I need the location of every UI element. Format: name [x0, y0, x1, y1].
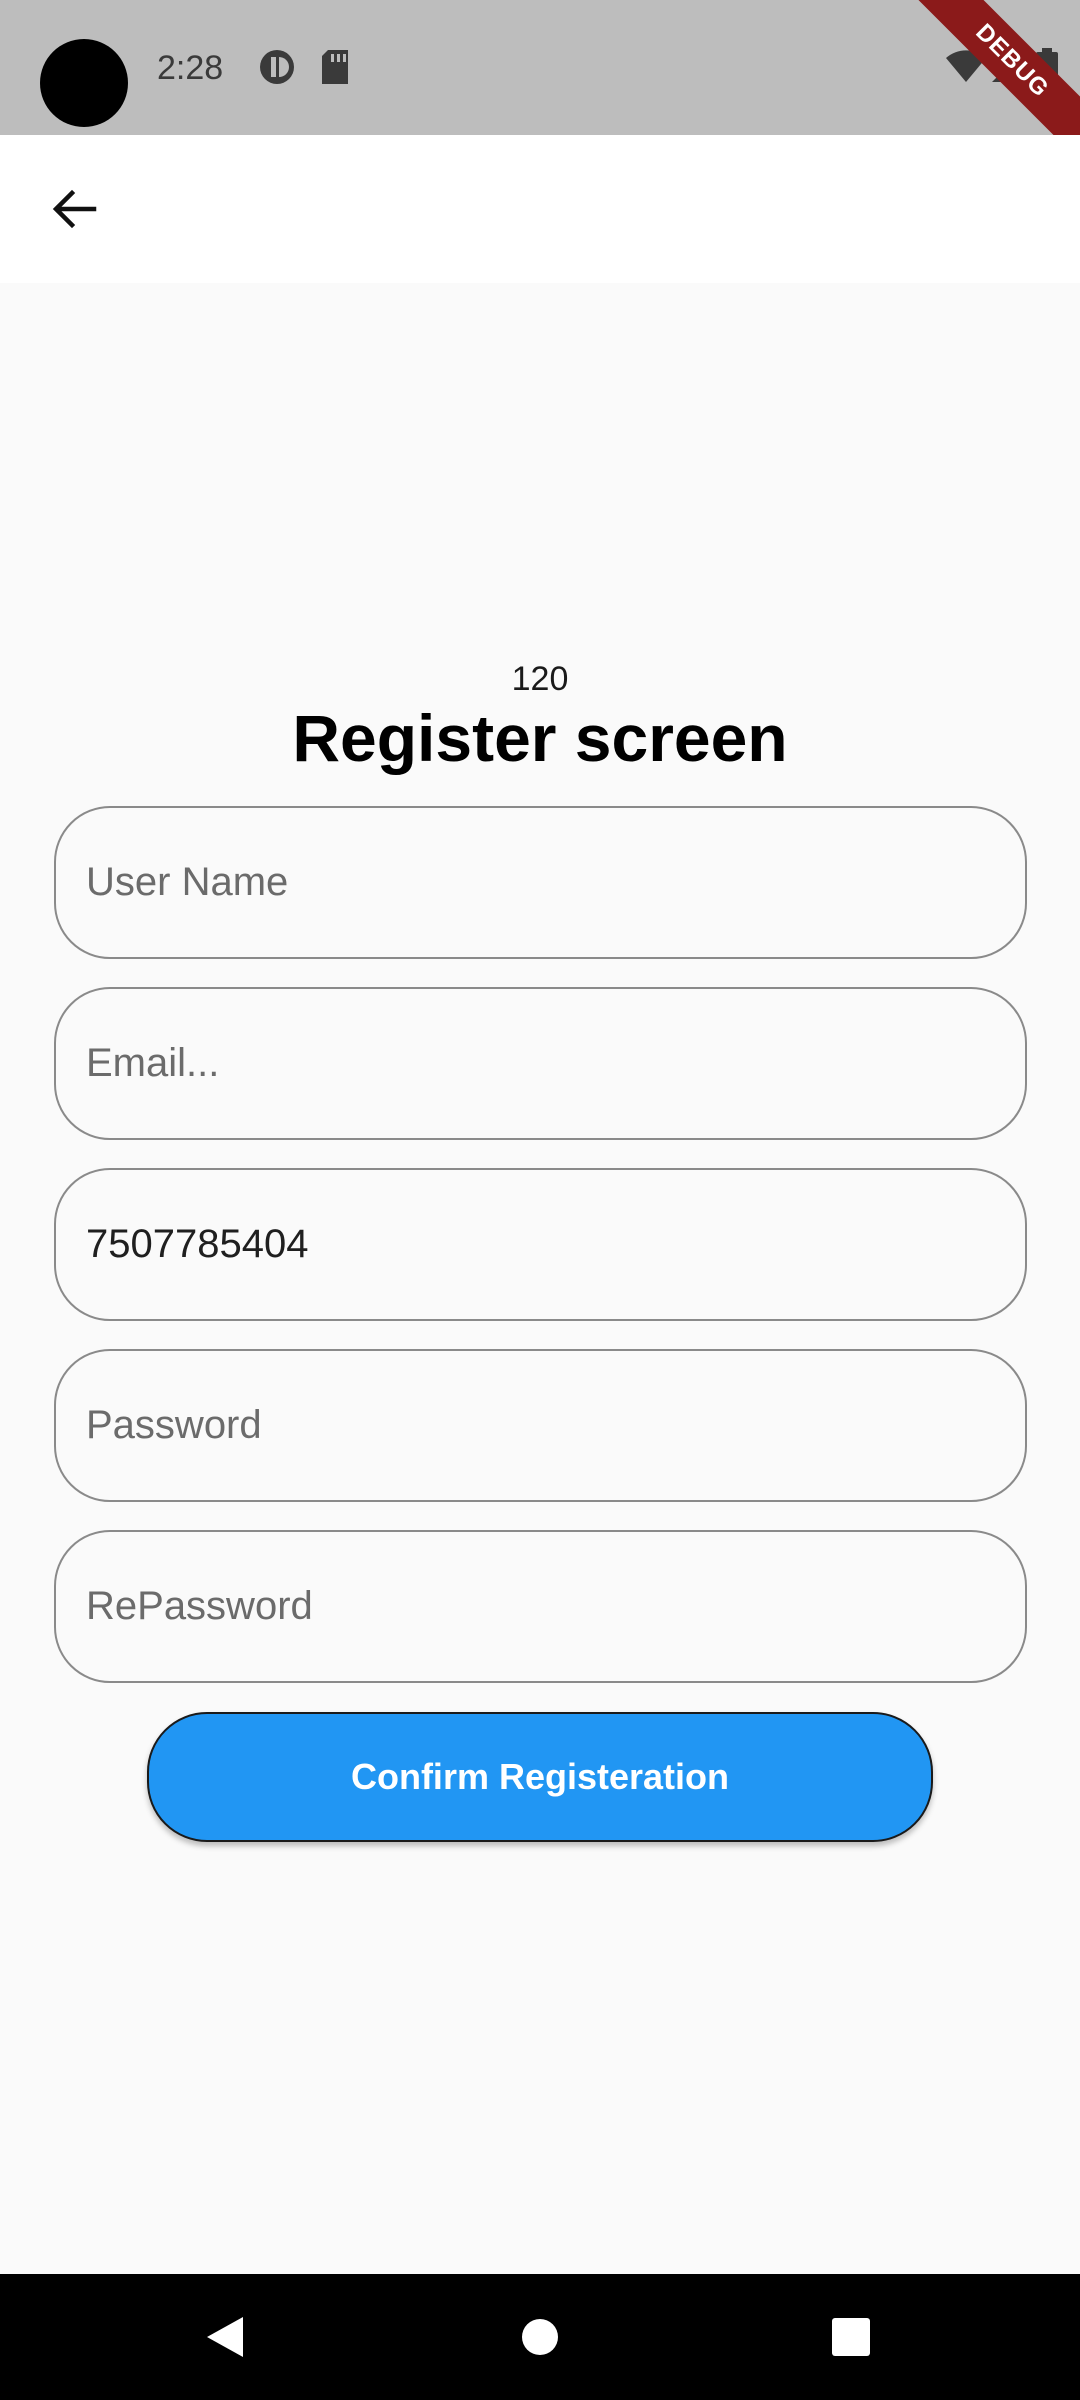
- app-bar: [0, 135, 1080, 283]
- arrow-back-icon: [52, 189, 97, 229]
- username-field[interactable]: [54, 806, 1027, 959]
- password-field[interactable]: [54, 1349, 1027, 1502]
- repassword-field[interactable]: [54, 1530, 1027, 1683]
- home-circle-icon: [522, 2319, 558, 2355]
- status-time: 2:28: [157, 49, 224, 87]
- data-saver-icon: [260, 50, 294, 84]
- email-field[interactable]: [54, 987, 1027, 1140]
- counter-text: 120: [511, 660, 569, 698]
- confirm-registration-button[interactable]: Confirm Registeration: [147, 1712, 933, 1842]
- nav-home-button[interactable]: [477, 2274, 603, 2400]
- recents-square-icon: [832, 2318, 870, 2356]
- system-nav-bar: [0, 2274, 1080, 2400]
- phone-field[interactable]: [54, 1168, 1027, 1321]
- back-button[interactable]: [30, 165, 118, 253]
- sd-card-icon: [322, 50, 348, 84]
- status-bar: 2:28 DEBUG: [0, 0, 1080, 135]
- back-triangle-icon: [207, 2317, 243, 2357]
- nav-recents-button[interactable]: [788, 2274, 914, 2400]
- page-title: Register screen: [292, 701, 788, 775]
- nav-back-button[interactable]: [162, 2274, 288, 2400]
- camera-cutout: [40, 39, 128, 127]
